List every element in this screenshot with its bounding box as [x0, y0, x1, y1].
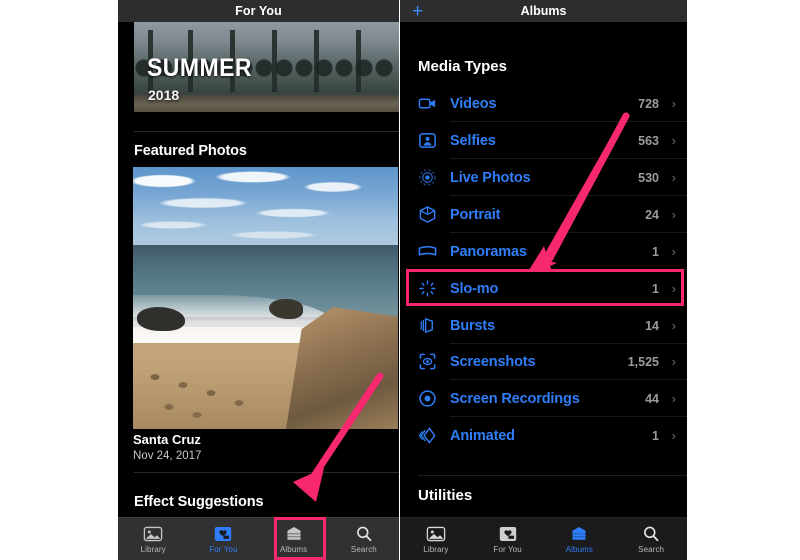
tab-library-left[interactable]: Library	[118, 518, 188, 560]
row-label: Panoramas	[450, 243, 527, 260]
divider-above-effects	[134, 472, 399, 473]
chevron-right-icon: ›	[671, 318, 676, 333]
right-tab-bar: Library For You Albums Search	[400, 517, 687, 560]
row-count: 1	[652, 244, 659, 259]
row-count: 24	[645, 207, 659, 222]
tab-for-you-left[interactable]: For You	[188, 518, 258, 560]
chevron-right-icon: ›	[671, 207, 676, 222]
animated-icon	[418, 427, 436, 444]
tab-label: Search	[638, 544, 665, 554]
bursts-stack-icon	[420, 317, 433, 334]
highlight-box-albums-tab	[274, 517, 326, 560]
row-label: Screenshots	[450, 353, 536, 370]
memory-hero-image: SUMMER 2018	[134, 22, 399, 112]
screenshot-icon	[419, 353, 436, 370]
row-label: Portrait	[450, 206, 501, 223]
chevron-right-icon: ›	[671, 428, 676, 443]
left-nav-title: For You	[235, 4, 282, 18]
tab-for-you-right[interactable]: For You	[472, 518, 544, 560]
screenshot-stage: For You SUMMER 2018 Featured Photos Effe…	[0, 0, 800, 560]
video-camera-icon	[418, 98, 436, 109]
right-nav-title: Albums	[520, 4, 567, 18]
divider-above-featured	[134, 131, 399, 132]
featured-photo-caption-date: Nov 24, 2017	[133, 450, 202, 462]
tab-search-left[interactable]: Search	[329, 518, 399, 560]
row-label: Bursts	[450, 317, 496, 334]
row-label: Animated	[450, 427, 515, 444]
right-nav-bar: Albums	[400, 0, 687, 22]
media-type-row-videos[interactable]: Videos 728 ›	[400, 85, 687, 122]
media-type-row-selfies[interactable]: Selfies 563 ›	[400, 122, 687, 159]
chevron-right-icon: ›	[671, 391, 676, 406]
row-label: Selfies	[450, 132, 496, 149]
featured-photos-header: Featured Photos	[134, 143, 247, 159]
photo-library-icon	[426, 526, 446, 541]
media-type-row-screenshots[interactable]: Screenshots 1,525 ›	[400, 343, 687, 380]
tab-search-right[interactable]: Search	[615, 518, 687, 560]
memory-hero-card[interactable]: SUMMER 2018	[118, 22, 399, 112]
photo-library-icon	[143, 526, 163, 541]
chevron-right-icon: ›	[671, 354, 676, 369]
row-count: 44	[645, 391, 659, 406]
media-type-row-panoramas[interactable]: Panoramas 1 ›	[400, 233, 687, 270]
row-count: 1,525	[627, 354, 659, 369]
row-label: Screen Recordings	[450, 390, 580, 407]
tab-label: Search	[350, 544, 377, 554]
search-icon	[356, 526, 372, 541]
row-count: 530	[638, 170, 659, 185]
row-label: Live Photos	[450, 169, 531, 186]
memory-title: SUMMER	[147, 54, 252, 82]
screen-recording-icon	[419, 390, 436, 407]
tab-label: For You	[493, 544, 522, 554]
media-type-row-portrait[interactable]: Portrait 24 ›	[400, 196, 687, 233]
for-you-icon	[499, 526, 516, 541]
row-count: 563	[638, 133, 659, 148]
tab-label: Albums	[565, 544, 594, 554]
media-type-row-screen-recordings[interactable]: Screen Recordings 44 ›	[400, 380, 687, 417]
featured-photo-caption-title: Santa Cruz	[133, 432, 201, 447]
tab-label: Library	[423, 544, 449, 554]
memory-year: 2018	[148, 87, 180, 103]
search-icon	[644, 526, 659, 541]
media-type-row-bursts[interactable]: Bursts 14 ›	[400, 307, 687, 344]
tab-label: For You	[209, 544, 238, 554]
effect-suggestions-header: Effect Suggestions	[134, 494, 264, 510]
chevron-right-icon: ›	[671, 170, 676, 185]
albums-icon	[572, 526, 586, 540]
chevron-right-icon: ›	[671, 244, 676, 259]
divider-above-utilities	[418, 475, 687, 476]
portrait-cube-icon	[419, 206, 436, 223]
left-tab-bar: Library For You Albums Search	[118, 517, 399, 560]
row-label: Videos	[450, 95, 497, 112]
media-type-row-animated[interactable]: Animated 1 ›	[400, 417, 687, 454]
live-photo-icon	[419, 169, 436, 186]
add-album-button[interactable]: +	[412, 0, 423, 22]
row-count: 14	[645, 318, 659, 333]
chevron-right-icon: ›	[671, 133, 676, 148]
row-count: 1	[652, 428, 659, 443]
for-you-icon	[215, 526, 232, 541]
tab-label: Library	[140, 544, 166, 554]
media-types-header: Media Types	[418, 58, 507, 75]
row-count: 728	[638, 96, 659, 111]
chevron-right-icon: ›	[671, 96, 676, 111]
highlight-box-slo-mo-row	[406, 269, 684, 306]
media-type-row-live-photos[interactable]: Live Photos 530 ›	[400, 159, 687, 196]
panorama-icon	[418, 246, 437, 256]
utilities-header: Utilities	[418, 487, 473, 504]
tab-albums-right[interactable]: Albums	[544, 518, 616, 560]
tab-library-right[interactable]: Library	[400, 518, 472, 560]
left-nav-bar: For You	[118, 0, 399, 22]
featured-photo-image[interactable]	[133, 167, 398, 429]
selfie-person-icon	[419, 133, 436, 148]
